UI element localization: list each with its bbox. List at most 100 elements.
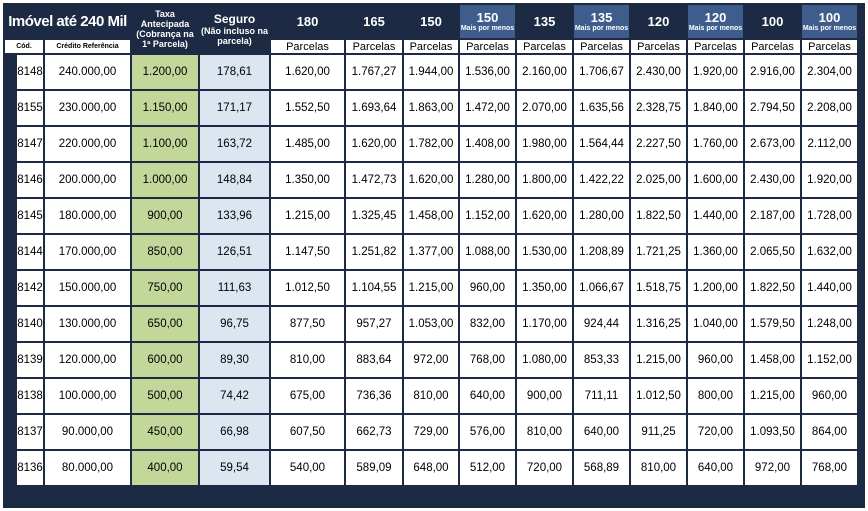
term-header-7: 120 Mais por menos: [688, 5, 743, 38]
term-header-5: 135 Mais por menos: [574, 5, 629, 38]
credito-cell: 240.000,00: [45, 55, 130, 89]
parcela-cell: 2.208,00: [802, 91, 857, 125]
parcela-cell: 720,00: [688, 415, 743, 449]
parcela-cell: 640,00: [688, 451, 743, 485]
parcela-cell: 2.025,00: [631, 163, 686, 197]
term-months: 120: [647, 13, 670, 29]
parcela-cell: 1.822,50: [631, 199, 686, 233]
parcela-cell: 1.920,00: [802, 163, 857, 197]
term-header-2: 150: [404, 5, 458, 38]
parcela-cell: 1.728,00: [802, 199, 857, 233]
table-row: 8136 80.000,00 400,00 59,54 540,00 589,09 648,…: [5, 451, 868, 485]
parcela-cell: 1.822,50: [745, 271, 800, 305]
credito-cell: 220.000,00: [45, 127, 130, 161]
taxa-cell: 650,00: [132, 307, 198, 341]
row-marker: [5, 307, 15, 341]
parcela-cell: 972,00: [404, 343, 458, 377]
parcela-cell: 568,89: [574, 451, 629, 485]
taxa-cell: 450,00: [132, 415, 198, 449]
parcela-cell: 1.012,50: [631, 379, 686, 413]
row-marker: [5, 271, 15, 305]
credito-header: Crédito Referência: [45, 40, 130, 53]
parcela-cell: 1.485,00: [271, 127, 344, 161]
parcela-cell: 1.620,00: [517, 199, 572, 233]
taxa-cell: 400,00: [132, 451, 198, 485]
cod-cell: 8139: [17, 343, 43, 377]
cod-cell: 8138: [17, 379, 43, 413]
term-months: 120: [704, 9, 727, 25]
parcela-cell: 1.377,00: [404, 235, 458, 269]
parcela-cell: 1.530,00: [517, 235, 572, 269]
parcelas-header-9: Parcelas: [802, 40, 857, 53]
parcela-cell: 1.215,00: [271, 199, 344, 233]
seguro-header-label: Seguro: [213, 12, 256, 26]
price-table-frame: Imóvel até 240 Mil Taxa Antecipada (Cobr…: [3, 3, 865, 508]
table-row: 8139 120.000,00 600,00 89,30 810,00 883,64 972…: [5, 343, 868, 377]
parcela-cell: 1.280,00: [460, 163, 515, 197]
credito-cell: 230.000,00: [45, 91, 130, 125]
credito-cell: 180.000,00: [45, 199, 130, 233]
row-marker: [5, 199, 15, 233]
cod-cell: 8148: [17, 55, 43, 89]
seguro-header-note: (Não incluso na parcela): [200, 26, 268, 46]
parcela-cell: 1.350,00: [271, 163, 344, 197]
parcela-cell: 729,00: [404, 415, 458, 449]
table-row: 8148 240.000,00 1.200,00 178,61 1.620,00 1.76…: [5, 55, 868, 89]
parcela-cell: 864,00: [802, 415, 857, 449]
seguro-cell: 133,96: [200, 199, 269, 233]
parcela-cell: 512,00: [460, 451, 515, 485]
taxa-cell: 900,00: [132, 199, 198, 233]
seguro-cell: 89,30: [200, 343, 269, 377]
parcela-cell: 607,50: [271, 415, 344, 449]
credito-cell: 120.000,00: [45, 343, 130, 377]
seguro-cell: 111,63: [200, 271, 269, 305]
parcela-cell: 900,00: [517, 379, 572, 413]
parcela-cell: 2.430,00: [631, 55, 686, 89]
table-row: 8144 170.000,00 850,00 126,51 1.147,50 1.251,…: [5, 235, 868, 269]
parcela-cell: 1.920,00: [688, 55, 743, 89]
parcela-cell: 924,44: [574, 307, 629, 341]
taxa-cell: 750,00: [132, 271, 198, 305]
parcela-cell: 853,33: [574, 343, 629, 377]
table-title: Imóvel até 240 Mil: [5, 5, 130, 38]
parcela-cell: 960,00: [460, 271, 515, 305]
term-note: Mais por menos: [460, 24, 515, 32]
parcela-cell: 1.360,00: [688, 235, 743, 269]
parcela-cell: 1.248,00: [802, 307, 857, 341]
credito-cell: 170.000,00: [45, 235, 130, 269]
parcela-cell: 1.040,00: [688, 307, 743, 341]
parcela-cell: 1.012,50: [271, 271, 344, 305]
parcelas-header-3: Parcelas: [460, 40, 515, 53]
parcela-cell: 576,00: [460, 415, 515, 449]
cod-cell: 8147: [17, 127, 43, 161]
parcela-cell: 1.104,55: [346, 271, 402, 305]
row-marker: [5, 91, 15, 125]
parcela-cell: 1.706,67: [574, 55, 629, 89]
price-table: Imóvel até 240 Mil Taxa Antecipada (Cobr…: [3, 3, 868, 487]
term-months: 165: [363, 13, 385, 29]
parcela-cell: 1.325,45: [346, 199, 402, 233]
credito-cell: 150.000,00: [45, 271, 130, 305]
parcela-cell: 1.944,00: [404, 55, 458, 89]
parcela-cell: 1.215,00: [404, 271, 458, 305]
credito-cell: 80.000,00: [45, 451, 130, 485]
parcela-cell: 1.564,44: [574, 127, 629, 161]
taxa-header: Taxa Antecipada (Cobrança na 1ª Parcela): [132, 5, 198, 53]
parcela-cell: 2.112,00: [802, 127, 857, 161]
table-body: 8148 240.000,00 1.200,00 178,61 1.620,00 1.76…: [5, 55, 868, 485]
parcela-cell: 1.721,25: [631, 235, 686, 269]
parcela-cell: 1.840,00: [688, 91, 743, 125]
parcela-cell: 1.422,22: [574, 163, 629, 197]
parcela-cell: 1.350,00: [517, 271, 572, 305]
seguro-cell: 126,51: [200, 235, 269, 269]
parcela-cell: 2.304,00: [802, 55, 857, 89]
taxa-cell: 1.200,00: [132, 55, 198, 89]
parcela-cell: 2.916,00: [745, 55, 800, 89]
table-row: 8155 230.000,00 1.150,00 171,17 1.552,50 1.69…: [5, 91, 868, 125]
row-marker: [5, 451, 15, 485]
parcela-cell: 2.187,00: [745, 199, 800, 233]
credito-cell: 90.000,00: [45, 415, 130, 449]
cod-cell: 8142: [17, 271, 43, 305]
parcela-cell: 2.673,00: [745, 127, 800, 161]
cod-cell: 8136: [17, 451, 43, 485]
